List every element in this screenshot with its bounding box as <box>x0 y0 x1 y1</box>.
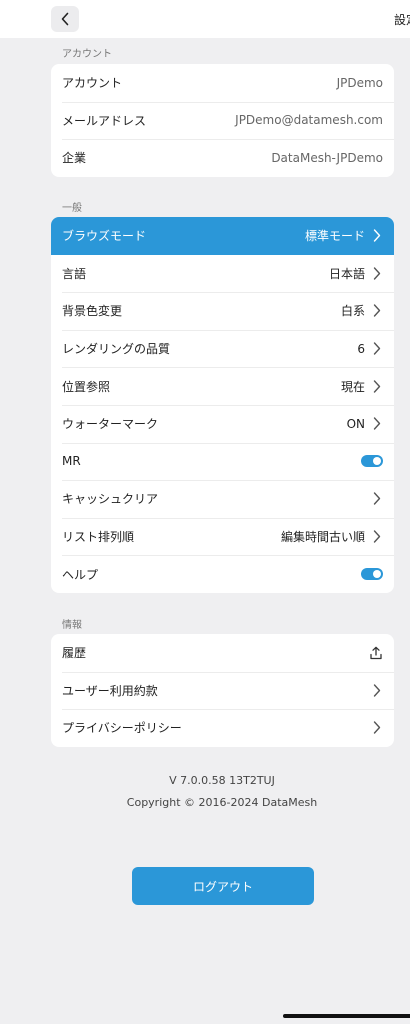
home-indicator <box>283 1014 410 1018</box>
watermark-row[interactable]: ウォーターマーク ON <box>51 404 394 443</box>
row-label: 履歴 <box>62 646 87 661</box>
row-value: ON <box>346 416 365 431</box>
chevron-left-icon <box>61 12 69 26</box>
history-row[interactable]: 履歴 <box>51 634 394 672</box>
chevron-right-icon <box>373 683 383 697</box>
row-label: レンダリングの品質 <box>62 342 171 357</box>
info-card: 履歴 ユーザー利用約款 プライバシーポリシー <box>51 634 394 747</box>
row-label: キャッシュクリア <box>62 492 159 507</box>
section-label-account: アカウント <box>62 49 112 60</box>
help-row: ヘルプ <box>51 555 394 593</box>
row-label: 言語 <box>62 266 87 281</box>
row-label: プライバシーポリシー <box>62 721 182 736</box>
section-label-info: 情報 <box>62 620 82 631</box>
row-label: アカウント <box>62 76 123 91</box>
position-reference-row[interactable]: 位置参照 現在 <box>51 367 394 405</box>
row-label: ヘルプ <box>62 567 99 582</box>
row-label: 背景色変更 <box>62 304 123 319</box>
rendering-quality-row[interactable]: レンダリングの品質 6 <box>51 329 394 368</box>
row-value: 日本語 <box>328 266 365 281</box>
row-label: ウォーターマーク <box>62 417 159 432</box>
top-bar: 設定 <box>0 0 410 38</box>
row-label: 位置参照 <box>62 379 111 394</box>
list-sort-order-row[interactable]: リスト排列順 編集時間古い順 <box>51 517 394 556</box>
row-label: メールアドレス <box>62 113 147 128</box>
row-value: 標準モード <box>304 229 365 244</box>
chevron-right-icon <box>373 530 383 544</box>
row-value: 現在 <box>340 379 365 394</box>
chevron-right-icon <box>373 266 383 280</box>
account-card: アカウント JPDemo メールアドレス JPDemo@datamesh.com… <box>51 64 394 177</box>
row-value: JPDemo@datamesh.com <box>235 113 383 128</box>
language-row[interactable]: 言語 日本語 <box>51 255 394 293</box>
page-title: 設定 <box>394 13 410 27</box>
account-row: アカウント JPDemo <box>51 64 394 102</box>
section-label-general: 一般 <box>62 203 82 214</box>
background-color-row[interactable]: 背景色変更 白系 <box>51 292 394 330</box>
chevron-right-icon <box>373 492 383 506</box>
terms-of-use-row[interactable]: ユーザー利用約款 <box>51 671 394 710</box>
help-toggle[interactable] <box>361 568 383 581</box>
chevron-right-icon <box>373 342 383 356</box>
row-value: DataMesh-JPDemo <box>271 150 383 165</box>
row-value: 白系 <box>340 304 365 319</box>
share-upload-icon[interactable] <box>369 646 383 660</box>
chevron-right-icon <box>373 304 383 318</box>
copyright-text: Copyright © 2016-2024 DataMesh <box>126 796 318 809</box>
row-value: JPDemo <box>336 75 383 90</box>
email-row: メールアドレス JPDemo@datamesh.com <box>51 101 394 140</box>
row-label: 企業 <box>62 151 87 166</box>
row-label: ブラウズモード <box>62 229 147 244</box>
row-value: 6 <box>357 341 365 356</box>
chevron-right-icon <box>373 379 383 393</box>
row-label: MR <box>62 454 81 469</box>
row-label: ユーザー利用約款 <box>62 683 158 698</box>
back-button[interactable] <box>51 6 79 32</box>
mr-row: MR <box>51 442 394 481</box>
row-label: リスト排列順 <box>62 530 135 545</box>
company-row: 企業 DataMesh-JPDemo <box>51 139 394 177</box>
privacy-policy-row[interactable]: プライバシーポリシー <box>51 709 394 747</box>
general-card: ブラウズモード 標準モード 言語 日本語 背景色変更 白系 レンダリングの品質 … <box>51 217 394 593</box>
mr-toggle[interactable] <box>361 455 383 468</box>
clear-cache-row[interactable]: キャッシュクリア <box>51 480 394 518</box>
version-text: V 7.0.0.58 13T2TUJ <box>169 774 275 787</box>
row-value: 編集時間古い順 <box>280 530 365 545</box>
chevron-right-icon <box>373 229 383 243</box>
browse-mode-row[interactable]: ブラウズモード 標準モード <box>51 217 394 255</box>
chevron-right-icon <box>373 721 383 735</box>
chevron-right-icon <box>373 417 383 431</box>
logout-button[interactable]: ログアウト <box>132 867 314 905</box>
